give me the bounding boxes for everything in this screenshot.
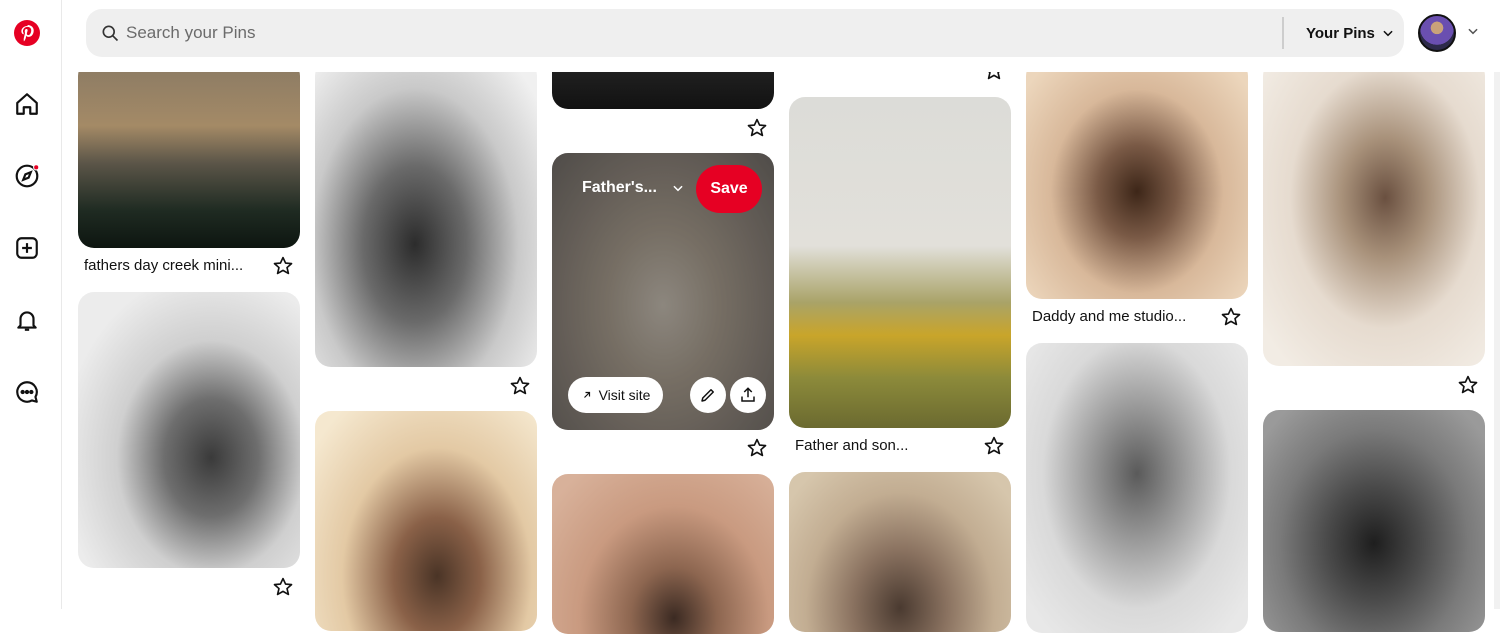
share-icon: [741, 387, 755, 402]
scrollbar[interactable]: [1494, 72, 1500, 609]
messages-icon[interactable]: [10, 375, 44, 409]
arrow-up-right-icon: [583, 391, 590, 398]
pin-image[interactable]: [78, 60, 300, 248]
share-button[interactable]: [730, 377, 766, 413]
board-name: Father's...: [582, 179, 657, 196]
pin-hovered[interactable]: Father's... Save Visit site: [552, 153, 774, 430]
search-divider: [1282, 17, 1284, 49]
pin-image[interactable]: [78, 292, 300, 568]
pin-image[interactable]: [1026, 60, 1248, 299]
pin-image[interactable]: [315, 60, 537, 367]
pin-title[interactable]: Father and son...: [795, 437, 908, 454]
pin-title[interactable]: fathers day creek mini...: [84, 257, 243, 274]
star-icon[interactable]: [1457, 374, 1479, 396]
star-icon[interactable]: [1220, 306, 1242, 328]
pencil-icon: [701, 389, 714, 402]
chevron-down-icon: [1383, 30, 1393, 37]
your-pins-filter[interactable]: Your Pins: [1306, 9, 1395, 57]
visit-site-label: Visit site: [598, 387, 651, 403]
pin-image[interactable]: [315, 411, 537, 631]
top-bar: Your Pins: [62, 0, 1500, 72]
pin-image[interactable]: [1263, 410, 1485, 632]
search-icon: [102, 25, 119, 42]
star-icon[interactable]: [983, 435, 1005, 457]
chevron-down-icon: [673, 185, 683, 192]
edit-button[interactable]: [690, 377, 726, 413]
pin-image[interactable]: [1263, 60, 1485, 366]
pin-image[interactable]: [552, 474, 774, 634]
star-icon[interactable]: [746, 437, 768, 459]
notifications-icon[interactable]: [10, 303, 44, 337]
home-icon[interactable]: [10, 87, 44, 121]
board-dropdown[interactable]: Father's...: [582, 179, 685, 197]
star-icon[interactable]: [272, 255, 294, 277]
pin-title[interactable]: Daddy and me studio...: [1032, 308, 1186, 325]
pin-image[interactable]: [789, 472, 1011, 632]
pinterest-logo-icon[interactable]: [10, 16, 44, 50]
search-bar[interactable]: Your Pins: [86, 9, 1404, 57]
pin-image[interactable]: [1026, 343, 1248, 633]
explore-icon[interactable]: [10, 159, 44, 193]
star-icon[interactable]: [509, 375, 531, 397]
star-icon[interactable]: [272, 576, 294, 598]
star-icon[interactable]: [746, 117, 768, 139]
avatar[interactable]: [1418, 14, 1456, 52]
account-chevron-icon[interactable]: [1466, 24, 1480, 38]
search-input[interactable]: [126, 9, 1266, 57]
save-button[interactable]: Save: [696, 165, 762, 213]
visit-site-button[interactable]: Visit site: [568, 377, 663, 413]
pin-image[interactable]: [789, 97, 1011, 428]
left-sidebar: [0, 0, 62, 609]
create-icon[interactable]: [10, 231, 44, 265]
your-pins-label: Your Pins: [1306, 24, 1375, 42]
